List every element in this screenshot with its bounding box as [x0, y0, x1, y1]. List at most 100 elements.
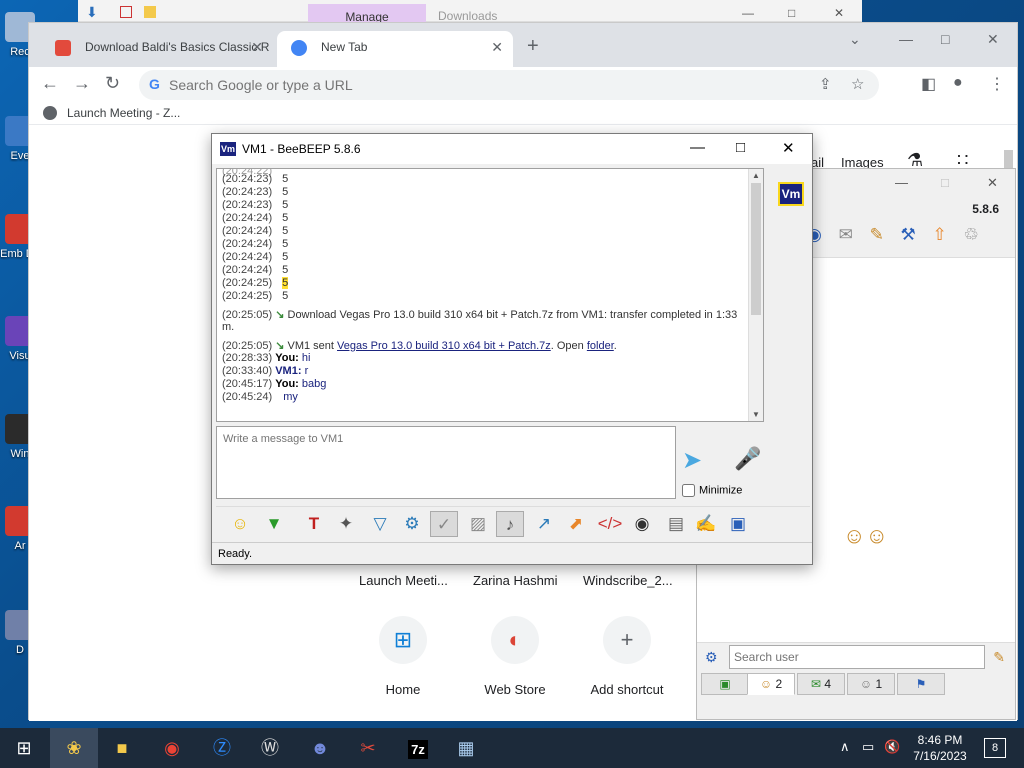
tile-web-store[interactable]: ◐ Web Store [465, 616, 565, 697]
taskbar-app[interactable]: ✂ [344, 728, 392, 768]
settings-icon[interactable]: ⚙ [398, 511, 426, 537]
minimize-icon[interactable]: — [742, 6, 754, 20]
start-button[interactable]: ⊞ [0, 728, 48, 768]
taskbar-7zip[interactable]: 7z [394, 728, 442, 768]
close-icon[interactable]: ✕ [782, 139, 795, 157]
save-icon[interactable]: ▣ [724, 511, 752, 537]
pin-icon: ⚑ [915, 677, 927, 691]
shortcut-launch-meeting[interactable]: Launch Meeti... [359, 573, 448, 588]
shortcut-zarina-hashmi[interactable]: Zarina Hashmi [473, 573, 558, 588]
tab-new-tab[interactable]: New Tab ✕ [277, 31, 513, 67]
color-icon[interactable]: ✦ [332, 511, 360, 537]
back-icon[interactable]: ← [41, 73, 59, 94]
scroll-thumb[interactable] [751, 183, 761, 315]
upload-icon[interactable]: ⇧ [933, 225, 947, 244]
folder-icon: ■ [116, 738, 128, 758]
address-input[interactable] [169, 74, 809, 96]
forward-icon[interactable]: → [73, 73, 91, 94]
taskbar-zoom[interactable]: Ⓩ [198, 728, 246, 768]
search-user-input[interactable] [729, 645, 985, 669]
send-folder-icon[interactable]: ⬈ [562, 511, 590, 537]
tab-files[interactable]: ⚑ [897, 673, 945, 695]
beebeep-chat-window: Vm VM1 - BeeBEEP 5.8.6 — □ ✕ (20:24:22) … [211, 133, 813, 565]
tab-baldi[interactable]: Download Baldi's Basics Classic R ✕ [41, 31, 273, 67]
discord-icon: ☻ [310, 738, 330, 758]
shortcut-windscribe[interactable]: Windscribe_2... [583, 573, 673, 588]
minimize-checkbox[interactable]: Minimize [682, 484, 742, 497]
tab-chats[interactable]: ✉ 4 [797, 673, 845, 695]
send-icon[interactable]: ➤ [682, 446, 702, 475]
spellcheck-icon[interactable]: ✓ [430, 511, 458, 537]
taskbar-beebeep[interactable]: ❀ [50, 728, 98, 768]
new-tab-button[interactable]: + [527, 35, 539, 58]
clear-search-icon[interactable]: ✎ [993, 649, 1005, 666]
emoji-icon[interactable]: ☺ [226, 511, 254, 537]
word-complete-icon[interactable]: ▨ [464, 511, 492, 537]
tile-home[interactable]: ⊞ Home [353, 616, 453, 697]
close-tab-icon[interactable]: ✕ [251, 31, 263, 63]
winrar-icon: Ⓦ [261, 738, 279, 758]
google-icon: G [149, 76, 160, 92]
clock[interactable]: 8:46 PM 7/16/2023 [904, 732, 976, 764]
code-icon[interactable]: </> [596, 511, 624, 537]
manage-tab[interactable]: Manage [308, 4, 426, 24]
notes-icon[interactable]: ✍ [692, 511, 720, 537]
tab-users[interactable]: ☺ 2 [747, 673, 795, 695]
close-icon[interactable]: ✕ [987, 175, 998, 191]
taskbar-discord[interactable]: ☻ [296, 728, 344, 768]
minimize-icon[interactable]: — [690, 139, 705, 156]
share-icon[interactable]: ⇪ [819, 75, 832, 93]
bee-icon: ❀ [66, 738, 82, 758]
trash-icon[interactable]: ♲ [964, 225, 979, 244]
omnibox[interactable]: G ⇪ ☆ [139, 70, 879, 100]
maximize-icon[interactable]: □ [941, 31, 949, 47]
close-tab-icon[interactable]: ✕ [491, 31, 503, 63]
message-icon[interactable]: ✉ [839, 225, 853, 244]
tab-home[interactable]: ▣ [701, 673, 749, 695]
archive-icon[interactable]: ▤ [662, 511, 690, 537]
network-status-icon[interactable]: ▭ [862, 739, 874, 755]
tab-groups[interactable]: ☺ 1 [847, 673, 895, 695]
scroll-up-icon[interactable]: ▲ [752, 171, 760, 180]
font-icon[interactable]: T [300, 511, 328, 537]
side-panel-icon[interactable]: ◧ [921, 74, 936, 94]
tile-add-shortcut[interactable]: + Add shortcut [577, 616, 677, 697]
microphone-icon[interactable]: 🎤 [734, 446, 761, 472]
volume-muted-icon[interactable]: 🔇 [884, 739, 900, 755]
send-file-icon[interactable]: ↗ [530, 511, 558, 537]
user-avatar[interactable]: Vm [778, 182, 804, 206]
profile-icon[interactable]: ● [953, 74, 963, 92]
taskbar-network[interactable]: ▦ [442, 728, 490, 768]
bookmark-launch-meeting[interactable]: Launch Meeting - Z... [43, 106, 180, 120]
show-hidden-icons[interactable]: ∧ [840, 739, 850, 755]
tools-icon[interactable]: ⚒ [901, 225, 916, 244]
green-down-icon[interactable]: ▼ [260, 511, 288, 537]
settings-icon[interactable]: ⚙ [705, 649, 718, 666]
tab-search-icon[interactable]: ⌄ [849, 31, 861, 48]
close-icon[interactable]: ✕ [834, 6, 844, 20]
folder-link[interactable]: folder [587, 340, 614, 352]
taskbar-chrome[interactable]: ◉ [148, 728, 196, 768]
filter-icon[interactable]: ▽ [366, 511, 394, 537]
sound-icon[interactable]: ♪ [496, 511, 524, 537]
reload-icon[interactable]: ↻ [105, 73, 120, 94]
checkbox[interactable] [682, 484, 695, 497]
maximize-icon[interactable]: □ [788, 6, 795, 20]
message-input[interactable] [216, 426, 676, 499]
chat-history[interactable]: (20:24:22) (20:24:23) 5 (20:24:23) 5 (20:2… [216, 168, 764, 422]
chat-scrollbar[interactable]: ▲ ▼ [748, 169, 763, 421]
maximize-icon[interactable]: □ [736, 139, 745, 156]
close-icon[interactable]: ✕ [987, 31, 999, 48]
camera-icon[interactable]: ◉ [628, 511, 656, 537]
scroll-down-icon[interactable]: ▼ [752, 410, 760, 419]
bookmark-star-icon[interactable]: ☆ [851, 75, 864, 93]
minimize-icon[interactable]: — [899, 31, 913, 47]
file-link[interactable]: Vegas Pro 13.0 build 310 x64 bit + Patch… [337, 340, 551, 352]
notification-center[interactable]: 8 [984, 738, 1006, 758]
edit-icon[interactable]: ✎ [870, 225, 884, 244]
menu-icon[interactable]: ⋮ [989, 74, 1005, 94]
minimize-icon[interactable]: — [895, 175, 908, 190]
chat-line: (20:24:23) 5 [222, 186, 289, 198]
taskbar-file-explorer[interactable]: ■ [98, 728, 146, 768]
taskbar-winrar[interactable]: Ⓦ [246, 728, 294, 768]
